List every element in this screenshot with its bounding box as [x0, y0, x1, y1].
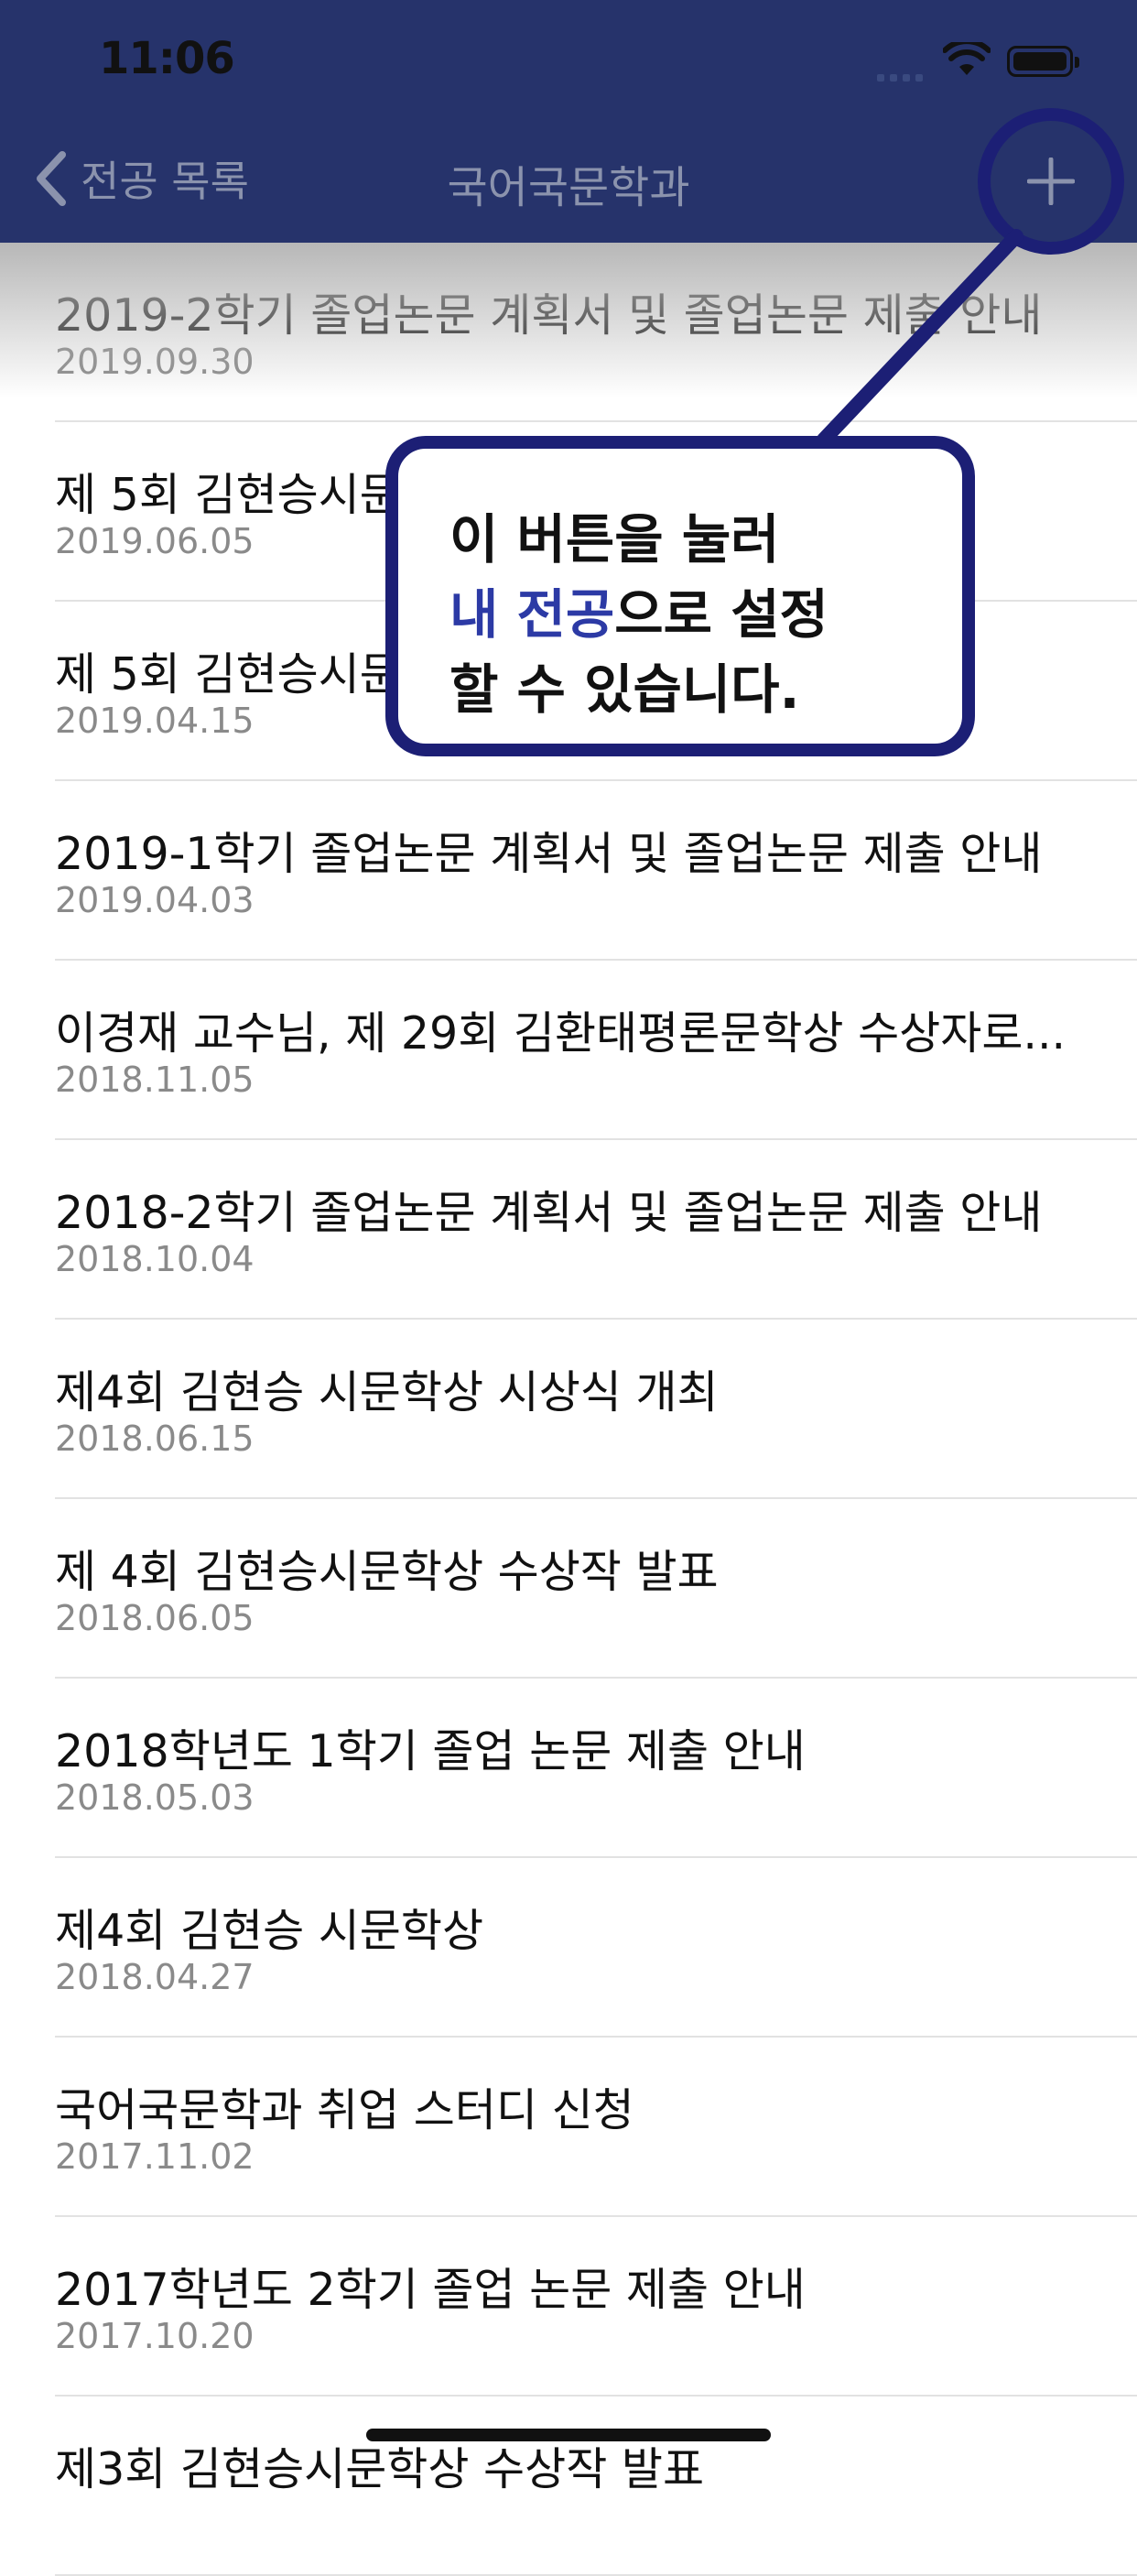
tooltip-line-2-rest: 으로 설정 [614, 583, 828, 646]
notice-date: 2018.06.05 [55, 1598, 254, 1638]
notice-title: 제 5회 김현승시문 [55, 469, 401, 521]
wifi-icon [943, 42, 991, 75]
notice-date: 2018.04.27 [55, 1957, 254, 1997]
notice-title: 제4회 김현승 시문학상 [55, 1905, 484, 1957]
list-item[interactable]: 2019-1학기 졸업논문 계획서 및 졸업논문 제출 안내 2019.04.03 [55, 781, 1137, 961]
page-title: 국어국문학과 [447, 162, 690, 213]
notice-title: 제4회 김현승 시문학상 시상식 개최 [55, 1366, 719, 1418]
notice-title: 제 4회 김현승시문학상 수상작 발표 [55, 1546, 719, 1598]
notice-date: 2019.04.15 [55, 701, 254, 741]
notice-date: 2017.10.20 [55, 2316, 254, 2356]
list-item[interactable]: 제3회 김현승시문학상 수상작 발표 [55, 2397, 1137, 2576]
notice-date: 2019.09.30 [55, 342, 254, 382]
notice-title: 2017학년도 2학기 졸업 논문 제출 안내 [55, 2264, 806, 2316]
notice-title: 2018학년도 1학기 졸업 논문 제출 안내 [55, 1725, 806, 1777]
notice-date: 2018.11.05 [55, 1060, 254, 1100]
list-item[interactable]: 2019-2학기 졸업논문 계획서 및 졸업논문 제출 안내 2019.09.30 [55, 243, 1137, 422]
plus-icon [1027, 158, 1075, 205]
notice-title: 국어국문학과 취업 스터디 신청 [55, 2084, 634, 2136]
list-item[interactable]: 2018학년도 1학기 졸업 논문 제출 안내 2018.05.03 [55, 1679, 1137, 1858]
list-item[interactable]: 이경재 교수님, 제 29회 김환태평론문학상 수상자로... 2018.11.0… [55, 961, 1137, 1140]
signal-icon [877, 68, 928, 82]
notice-date: 2018.06.15 [55, 1418, 254, 1459]
tooltip-line-2: 내 전공으로 설정 [449, 577, 962, 652]
status-time: 11:06 [99, 33, 235, 84]
tooltip-accent: 내 전공 [449, 583, 615, 646]
notice-title: 이경재 교수님, 제 29회 김환태평론문학상 수상자로... [55, 1007, 1067, 1060]
list-item[interactable]: 2017학년도 2학기 졸업 논문 제출 안내 2017.10.20 [55, 2217, 1137, 2397]
battery-icon [1007, 46, 1079, 77]
add-major-button[interactable] [978, 108, 1124, 255]
notice-date: 2018.10.04 [55, 1239, 254, 1279]
list-item[interactable]: 국어국문학과 취업 스터디 신청 2017.11.02 [55, 2038, 1137, 2217]
navigation-bar: 11:06 전공 목록 국어국문학과 [0, 0, 1137, 243]
notice-title: 2019-1학기 졸업논문 계획서 및 졸업논문 제출 안내 [55, 828, 1043, 880]
notice-date: 2019.06.05 [55, 521, 254, 561]
notice-date: 2019.04.03 [55, 880, 254, 920]
list-item[interactable]: 2018-2학기 졸업논문 계획서 및 졸업논문 제출 안내 2018.10.04 [55, 1140, 1137, 1320]
notice-title: 제3회 김현승시문학상 수상작 발표 [55, 2443, 705, 2495]
list-item[interactable]: 제4회 김현승 시문학상 시상식 개최 2018.06.15 [55, 1320, 1137, 1499]
notice-title: 2018-2학기 졸업논문 계획서 및 졸업논문 제출 안내 [55, 1187, 1043, 1239]
notice-title: 제 5회 김현승시문 [55, 648, 401, 701]
home-indicator[interactable] [366, 2429, 771, 2441]
notice-title: 2019-2학기 졸업논문 계획서 및 졸업논문 제출 안내 [55, 289, 1043, 342]
tooltip-callout: 이 버튼을 눌러 내 전공으로 설정 할 수 있습니다. [385, 436, 975, 756]
list-item[interactable]: 제 4회 김현승시문학상 수상작 발표 2018.06.05 [55, 1499, 1137, 1679]
notice-date: 2017.11.02 [55, 2136, 254, 2177]
tooltip-line-3: 할 수 있습니다. [449, 658, 800, 721]
tooltip-line-1: 이 버튼을 눌러 [449, 508, 780, 571]
notice-date: 2018.05.03 [55, 1777, 254, 1818]
list-item[interactable]: 제4회 김현승 시문학상 2018.04.27 [55, 1858, 1137, 2038]
